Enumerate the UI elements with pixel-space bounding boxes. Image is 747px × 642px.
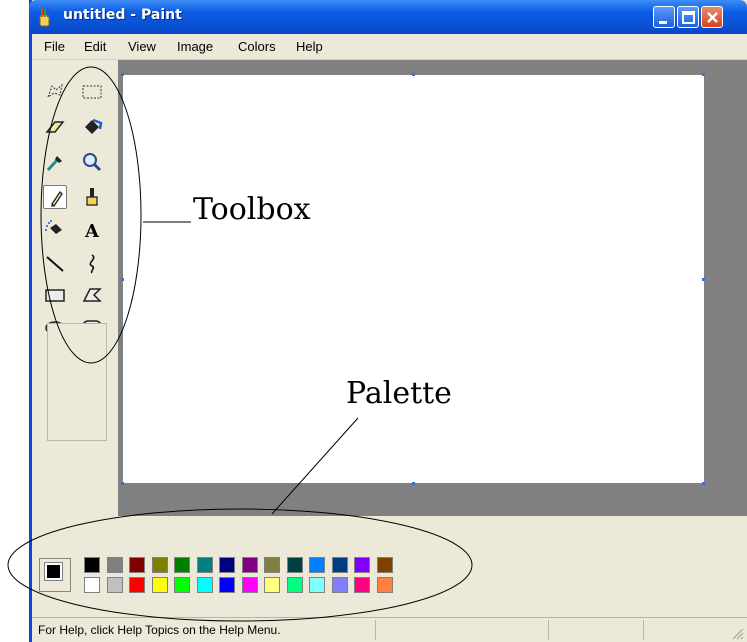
airbrush-icon: [45, 220, 62, 234]
line-tool[interactable]: [43, 252, 67, 276]
pencil-tool[interactable]: [43, 185, 67, 209]
menu-bar: File Edit View Image Colors Help: [32, 34, 747, 60]
resize-handle: [412, 73, 415, 76]
color-swatch[interactable]: [354, 577, 370, 593]
pick-color-tool[interactable]: [43, 150, 67, 174]
line-icon: [46, 256, 64, 272]
resize-handle: [121, 482, 124, 485]
minimize-button[interactable]: [653, 6, 675, 28]
polygon-tool[interactable]: [80, 283, 104, 307]
brush-tool[interactable]: [80, 185, 104, 209]
resize-handle: [702, 73, 705, 76]
minimize-icon: [659, 21, 667, 24]
color-swatch[interactable]: [309, 577, 325, 593]
color-swatch[interactable]: [129, 577, 145, 593]
resize-grip-icon[interactable]: [730, 626, 744, 640]
free-form-select-tool[interactable]: [43, 80, 67, 104]
window-title: untitled - Paint: [63, 7, 182, 23]
rectangle-icon: [45, 289, 65, 302]
fill-bucket-tool[interactable]: [80, 115, 104, 139]
color-swatch[interactable]: [287, 577, 303, 593]
text-icon: A: [84, 221, 100, 242]
curve-icon: [89, 254, 95, 274]
brush-icon: [86, 188, 98, 206]
color-swatch[interactable]: [174, 557, 190, 573]
color-swatch[interactable]: [197, 557, 213, 573]
color-swatch[interactable]: [354, 557, 370, 573]
menu-file[interactable]: File: [44, 39, 65, 54]
free-form-select-icon: [47, 83, 63, 99]
menu-colors[interactable]: Colors: [238, 39, 276, 54]
color-swatch[interactable]: [129, 557, 145, 573]
menu-image[interactable]: Image: [177, 39, 213, 54]
color-swatch[interactable]: [107, 577, 123, 593]
status-text: For Help, click Help Topics on the Help …: [38, 623, 281, 637]
airbrush-tool[interactable]: [43, 218, 67, 242]
color-swatch[interactable]: [309, 557, 325, 573]
drawing-canvas[interactable]: [123, 75, 704, 483]
pencil-icon: [51, 190, 63, 208]
magnifier-tool[interactable]: [80, 150, 104, 174]
color-swatch[interactable]: [152, 557, 168, 573]
maximize-button[interactable]: [677, 6, 699, 28]
resize-handle: [121, 73, 124, 76]
color-swatch[interactable]: [264, 557, 280, 573]
rectangle-tool[interactable]: [43, 283, 67, 307]
title-bar[interactable]: untitled - Paint: [29, 0, 747, 34]
color-swatch[interactable]: [377, 577, 393, 593]
foreground-color-swatch: [45, 563, 62, 580]
color-swatch[interactable]: [264, 577, 280, 593]
color-swatch[interactable]: [242, 577, 258, 593]
fill-bucket-icon: [85, 118, 103, 134]
eraser-icon: [45, 121, 65, 133]
color-swatch[interactable]: [242, 557, 258, 573]
color-swatch[interactable]: [219, 577, 235, 593]
menu-edit[interactable]: Edit: [84, 39, 106, 54]
polygon-icon: [82, 288, 102, 302]
status-divider: [643, 620, 644, 640]
resize-handle[interactable]: [702, 278, 705, 281]
color-swatch[interactable]: [197, 577, 213, 593]
status-divider: [375, 620, 376, 640]
rectangle-select-icon: [82, 85, 102, 99]
curve-tool[interactable]: [80, 252, 104, 276]
color-swatch[interactable]: [107, 557, 123, 573]
color-swatch[interactable]: [174, 577, 190, 593]
status-divider: [548, 620, 549, 640]
close-icon: [707, 12, 718, 23]
menu-view[interactable]: View: [128, 39, 156, 54]
color-swatch[interactable]: [332, 557, 348, 573]
close-button[interactable]: [701, 6, 723, 28]
resize-handle: [121, 278, 124, 281]
menu-help[interactable]: Help: [296, 39, 323, 54]
resize-handle[interactable]: [702, 482, 705, 485]
pick-color-icon: [46, 156, 62, 172]
rectangle-select-tool[interactable]: [80, 80, 104, 104]
color-swatch[interactable]: [377, 557, 393, 573]
toolbox-label: Toolbox: [193, 192, 311, 227]
maximize-icon: [682, 11, 695, 24]
color-swatch[interactable]: [84, 577, 100, 593]
palette-label: Palette: [346, 376, 452, 411]
svg-text:A: A: [84, 221, 100, 242]
tool-options-box[interactable]: [47, 323, 107, 441]
magnifier-icon: [83, 153, 102, 172]
color-swatch[interactable]: [219, 557, 235, 573]
resize-handle[interactable]: [412, 482, 415, 485]
paint-app-icon: [39, 8, 50, 27]
color-swatch[interactable]: [84, 557, 100, 573]
text-tool[interactable]: A: [80, 218, 104, 242]
eraser-tool[interactable]: [43, 115, 67, 139]
color-swatch[interactable]: [332, 577, 348, 593]
color-swatch[interactable]: [287, 557, 303, 573]
color-swatch[interactable]: [152, 577, 168, 593]
